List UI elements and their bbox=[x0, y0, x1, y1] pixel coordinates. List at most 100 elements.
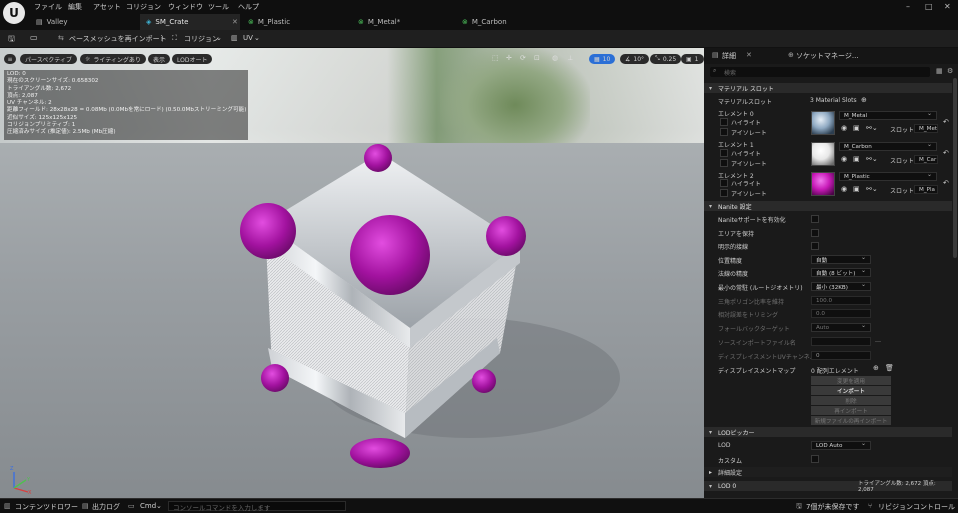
min-residency-select[interactable]: 最小 (32KB) bbox=[811, 281, 871, 291]
slot-name-field[interactable]: M_Car bbox=[914, 155, 938, 164]
reimport-new-file-button[interactable]: 新規ファイルの再インポート bbox=[811, 416, 891, 425]
fallback-target-select[interactable]: Auto bbox=[811, 322, 871, 332]
perspective-button[interactable]: パースペクティブ bbox=[20, 54, 77, 64]
rotate-icon[interactable]: ⟳ bbox=[520, 54, 526, 62]
tab-socket-manager[interactable]: ソケットマネージ... bbox=[796, 51, 859, 61]
material-picker[interactable]: M_Carbon bbox=[839, 141, 937, 151]
revision-control-button[interactable]: リビジョンコントロール bbox=[878, 502, 955, 512]
tab-details[interactable]: 詳細 bbox=[722, 51, 736, 61]
close-window-button[interactable]: ✕ bbox=[944, 2, 951, 11]
slot-name-field[interactable]: M_Met bbox=[914, 124, 938, 133]
scale-icon[interactable]: ⊡ bbox=[534, 54, 540, 62]
rotation-snap-button[interactable]: ∡ 10° bbox=[620, 54, 650, 64]
camera-speed-button[interactable]: ▣ 1 bbox=[681, 54, 704, 64]
section-material-slots[interactable]: マテリアル スロット bbox=[704, 83, 952, 93]
scale-snap-button[interactable]: ⤡ 0.25 bbox=[650, 54, 682, 64]
viewport-menu-button[interactable]: ≡ bbox=[4, 54, 16, 64]
section-lod0[interactable]: LOD 0 トライアングル数: 2,672 頂点: 2,087 bbox=[704, 481, 952, 493]
content-drawer-button[interactable]: コンテンツドロワー bbox=[15, 502, 78, 512]
displacement-uv-field[interactable]: 0 bbox=[811, 351, 871, 360]
browse-file-icon[interactable]: … bbox=[875, 337, 881, 344]
trash-icon[interactable]: 🗑 bbox=[885, 364, 894, 372]
preserve-area-checkbox[interactable] bbox=[811, 229, 819, 237]
isolate-checkbox[interactable] bbox=[720, 159, 728, 167]
highlight-checkbox[interactable] bbox=[720, 149, 728, 157]
highlight-checkbox[interactable] bbox=[720, 118, 728, 126]
material-picker[interactable]: M_Plastic bbox=[839, 171, 937, 181]
lod-button[interactable]: LODオート bbox=[172, 54, 213, 64]
reset-icon[interactable]: ↶ bbox=[943, 149, 949, 157]
lighting-button[interactable]: ☼ ライティングあり bbox=[80, 54, 146, 64]
add-icon[interactable]: ⊕ bbox=[861, 96, 867, 104]
collision-button[interactable]: コリジョン bbox=[184, 34, 219, 44]
section-advanced[interactable]: ▸ 詳細設定 bbox=[704, 467, 952, 477]
browse-icon[interactable]: ▣ bbox=[853, 155, 860, 163]
add-icon[interactable]: ⊕ bbox=[873, 364, 879, 372]
show-button[interactable]: 表示 bbox=[148, 54, 171, 64]
material-thumbnail[interactable] bbox=[811, 142, 835, 166]
material-options-icon[interactable]: ⚯⌄ bbox=[866, 155, 878, 163]
material-options-icon[interactable]: ⚯⌄ bbox=[866, 185, 878, 193]
translate-icon[interactable]: ✛ bbox=[506, 54, 512, 62]
use-selected-icon[interactable]: ◉ bbox=[841, 155, 847, 163]
tab-sm-crate[interactable]: ◈ SM_Crate ✕ bbox=[140, 14, 240, 30]
minimize-button[interactable]: – bbox=[906, 2, 910, 11]
remove-button[interactable]: 削除 bbox=[811, 396, 891, 405]
use-selected-icon[interactable]: ◉ bbox=[841, 185, 847, 193]
browse-icon[interactable]: ▣ bbox=[853, 185, 860, 193]
section-nanite[interactable]: Nanite 設定 bbox=[704, 201, 952, 211]
isolate-checkbox[interactable] bbox=[720, 128, 728, 136]
tab-valley[interactable]: ▤ Valley bbox=[30, 14, 138, 30]
reimport-button[interactable]: ベースメッシュを再インポート bbox=[69, 34, 167, 44]
tab-m-metal[interactable]: ⊗ M_Metal* bbox=[352, 14, 456, 30]
console-input[interactable]: コンソールコマンドを入力します bbox=[168, 501, 346, 512]
use-selected-icon[interactable]: ◉ bbox=[841, 124, 847, 132]
menu-collision[interactable]: コリジョン bbox=[126, 2, 161, 12]
menu-asset[interactable]: アセット bbox=[93, 2, 121, 12]
section-lod-picker[interactable]: LODピッカー bbox=[704, 427, 952, 437]
lod-select[interactable]: LOD Auto bbox=[811, 440, 871, 450]
source-import-filename-field[interactable] bbox=[811, 337, 871, 346]
menu-tools[interactable]: ツール bbox=[208, 2, 229, 12]
material-options-icon[interactable]: ⚯⌄ bbox=[866, 124, 878, 132]
close-icon[interactable]: ✕ bbox=[746, 51, 752, 59]
cmd-dropdown[interactable]: Cmd bbox=[140, 502, 156, 510]
close-icon[interactable]: ✕ bbox=[232, 18, 238, 26]
material-picker[interactable]: M_Metal bbox=[839, 110, 937, 120]
save-icon[interactable]: 🖫 bbox=[8, 33, 15, 47]
world-icon[interactable]: ◍ bbox=[552, 54, 558, 62]
surface-snap-icon[interactable]: ⟂ bbox=[568, 54, 573, 63]
nanite-enable-checkbox[interactable] bbox=[811, 215, 819, 223]
browse-icon[interactable]: ▣ bbox=[853, 124, 860, 132]
more-options-icon[interactable]: ⋮ bbox=[158, 34, 165, 42]
grid-view-icon[interactable]: ▦ bbox=[936, 67, 943, 75]
trim-relative-error-field[interactable]: 0.0 bbox=[811, 309, 871, 318]
slot-name-field[interactable]: M_Pla bbox=[914, 185, 938, 194]
maximize-button[interactable]: □ bbox=[925, 2, 933, 11]
material-thumbnail[interactable] bbox=[811, 111, 835, 135]
search-input[interactable]: ⌕ 検索 bbox=[710, 67, 930, 77]
reset-icon[interactable]: ↶ bbox=[943, 118, 949, 126]
menu-file[interactable]: ファイル bbox=[34, 2, 62, 12]
import-button[interactable]: インポート bbox=[811, 386, 891, 395]
uv-button[interactable]: UV bbox=[243, 34, 253, 42]
viewport[interactable]: ≡ パースペクティブ ☼ ライティングあり 表示 LODオート ⬚ ✛ ⟳ ⊡ … bbox=[0, 48, 704, 498]
menu-window[interactable]: ウィンドウ bbox=[168, 2, 203, 12]
material-thumbnail[interactable] bbox=[811, 172, 835, 196]
output-log-button[interactable]: 出力ログ bbox=[92, 502, 120, 512]
explicit-tangents-checkbox[interactable] bbox=[811, 242, 819, 250]
reset-icon[interactable]: ↶ bbox=[943, 179, 949, 187]
settings-icon[interactable]: ⚙ bbox=[947, 67, 953, 75]
grid-snap-button[interactable]: ▦ 10 bbox=[589, 54, 616, 64]
panel-scrollbar[interactable] bbox=[953, 78, 957, 258]
browse-icon[interactable]: ▭ bbox=[30, 33, 38, 42]
unreal-logo-icon[interactable]: U bbox=[3, 2, 25, 24]
normal-precision-select[interactable]: 自動 (8 ビット) bbox=[811, 267, 871, 277]
reimport-button[interactable]: 再インポート bbox=[811, 406, 891, 415]
apply-changes-button[interactable]: 変更を適用 bbox=[811, 376, 891, 385]
highlight-checkbox[interactable] bbox=[720, 179, 728, 187]
keep-triangle-percent-field[interactable]: 100.0 bbox=[811, 296, 871, 305]
tab-m-plastic[interactable]: ⊗ M_Plastic bbox=[242, 14, 350, 30]
tab-m-carbon[interactable]: ⊗ M_Carbon bbox=[456, 14, 564, 30]
select-icon[interactable]: ⬚ bbox=[492, 54, 499, 62]
